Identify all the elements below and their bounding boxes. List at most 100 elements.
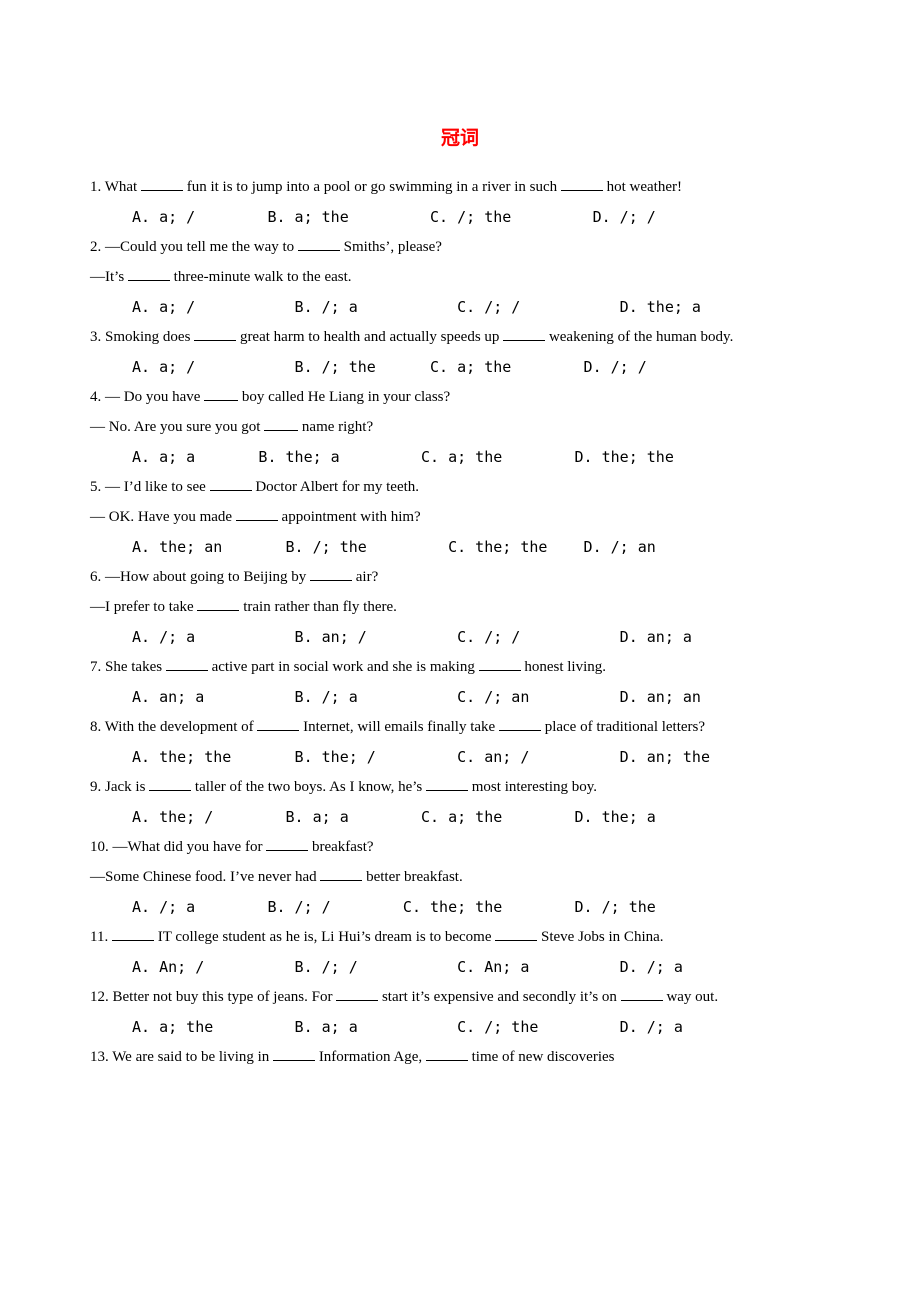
question-12: 12. Better not buy this type of jeans. F… bbox=[90, 982, 830, 1012]
q5-options: A. the; an B. /; the C. the; the D. /; a… bbox=[90, 532, 830, 562]
q1-text-b: fun it is to jump into a pool or go swim… bbox=[183, 179, 561, 195]
blank bbox=[495, 927, 537, 942]
q1-text-c: hot weather! bbox=[603, 179, 682, 195]
q7-b: active part in social work and she is ma… bbox=[208, 659, 479, 675]
q8-options: A. the; the B. the; / C. an; / D. an; th… bbox=[90, 742, 830, 772]
q4-l1-a: 4. — Do you have bbox=[90, 389, 204, 405]
question-7: 7. She takes active part in social work … bbox=[90, 652, 830, 682]
blank bbox=[426, 1047, 468, 1062]
q13-c: time of new discoveries bbox=[468, 1049, 615, 1065]
blank bbox=[197, 597, 239, 612]
q3-c: weakening of the human body. bbox=[545, 329, 733, 345]
question-10-line1: 10. —What did you have for breakfast? bbox=[90, 832, 830, 862]
q2-l1-b: Smiths’, please? bbox=[340, 239, 442, 255]
blank bbox=[298, 237, 340, 252]
q9-c: most interesting boy. bbox=[468, 779, 597, 795]
q2-l1-a: 2. —Could you tell me the way to bbox=[90, 239, 298, 255]
q4-l1-b: boy called He Liang in your class? bbox=[238, 389, 450, 405]
blank bbox=[204, 387, 238, 402]
blank bbox=[128, 267, 170, 282]
q7-c: honest living. bbox=[521, 659, 606, 675]
q8-a: 8. With the development of bbox=[90, 719, 257, 735]
question-4-line1: 4. — Do you have boy called He Liang in … bbox=[90, 382, 830, 412]
q2-l2-b: three-minute walk to the east. bbox=[170, 269, 352, 285]
q6-l1-b: air? bbox=[352, 569, 378, 585]
blank bbox=[257, 717, 299, 732]
blank bbox=[149, 777, 191, 792]
blank bbox=[273, 1047, 315, 1062]
blank bbox=[236, 507, 278, 522]
q13-a: 13. We are said to be living in bbox=[90, 1049, 273, 1065]
question-4-line2: — No. Are you sure you got name right? bbox=[90, 412, 830, 442]
blank bbox=[264, 417, 298, 432]
blank bbox=[561, 177, 603, 192]
question-5-line1: 5. — I’d like to see Doctor Albert for m… bbox=[90, 472, 830, 502]
blank bbox=[621, 987, 663, 1002]
q2-l2-a: —It’s bbox=[90, 269, 128, 285]
q5-l1-a: 5. — I’d like to see bbox=[90, 479, 210, 495]
q8-c: place of traditional letters? bbox=[541, 719, 705, 735]
q10-l1-b: breakfast? bbox=[308, 839, 373, 855]
q12-b: start it’s expensive and secondly it’s o… bbox=[378, 989, 620, 1005]
q5-l1-b: Doctor Albert for my teeth. bbox=[252, 479, 419, 495]
q1-options: A. a; / B. a; the C. /; the D. /; / bbox=[90, 202, 830, 232]
blank bbox=[320, 867, 362, 882]
q4-l2-a: — No. Are you sure you got bbox=[90, 419, 264, 435]
blank bbox=[141, 177, 183, 192]
q11-b: IT college student as he is, Li Hui’s dr… bbox=[154, 929, 495, 945]
blank bbox=[210, 477, 252, 492]
q6-l2-a: —I prefer to take bbox=[90, 599, 197, 615]
q12-a: 12. Better not buy this type of jeans. F… bbox=[90, 989, 336, 1005]
q3-b: great harm to health and actually speeds… bbox=[236, 329, 503, 345]
q4-options: A. a; a B. the; a C. a; the D. the; the bbox=[90, 442, 830, 472]
blank bbox=[266, 837, 308, 852]
blank bbox=[310, 567, 352, 582]
blank bbox=[499, 717, 541, 732]
question-2-line1: 2. —Could you tell me the way to Smiths’… bbox=[90, 232, 830, 262]
question-9: 9. Jack is taller of the two boys. As I … bbox=[90, 772, 830, 802]
question-6-line1: 6. —How about going to Beijing by air? bbox=[90, 562, 830, 592]
question-11: 11. IT college student as he is, Li Hui’… bbox=[90, 922, 830, 952]
question-13: 13. We are said to be living in Informat… bbox=[90, 1042, 830, 1072]
q11-a: 11. bbox=[90, 929, 112, 945]
q12-c: way out. bbox=[663, 989, 718, 1005]
q11-options: A. An; / B. /; / C. An; a D. /; a bbox=[90, 952, 830, 982]
blank bbox=[194, 327, 236, 342]
q11-c: Steve Jobs in China. bbox=[537, 929, 663, 945]
page-title: 冠词 bbox=[90, 120, 830, 158]
blank bbox=[336, 987, 378, 1002]
question-3: 3. Smoking does great harm to health and… bbox=[90, 322, 830, 352]
q12-options: A. a; the B. a; a C. /; the D. /; a bbox=[90, 1012, 830, 1042]
q9-options: A. the; / B. a; a C. a; the D. the; a bbox=[90, 802, 830, 832]
q7-options: A. an; a B. /; a C. /; an D. an; an bbox=[90, 682, 830, 712]
q6-l1-a: 6. —How about going to Beijing by bbox=[90, 569, 310, 585]
q3-a: 3. Smoking does bbox=[90, 329, 194, 345]
q4-l2-b: name right? bbox=[298, 419, 373, 435]
blank bbox=[426, 777, 468, 792]
q5-l2-a: — OK. Have you made bbox=[90, 509, 236, 525]
question-8: 8. With the development of Internet, wil… bbox=[90, 712, 830, 742]
blank bbox=[479, 657, 521, 672]
q13-b: Information Age, bbox=[315, 1049, 426, 1065]
q7-a: 7. She takes bbox=[90, 659, 166, 675]
q9-a: 9. Jack is bbox=[90, 779, 149, 795]
q1-text-a: 1. What bbox=[90, 179, 141, 195]
q3-options: A. a; / B. /; the C. a; the D. /; / bbox=[90, 352, 830, 382]
q10-l2-a: —Some Chinese food. I’ve never had bbox=[90, 869, 320, 885]
question-5-line2: — OK. Have you made appointment with him… bbox=[90, 502, 830, 532]
q10-l2-b: better breakfast. bbox=[362, 869, 462, 885]
q6-options: A. /; a B. an; / C. /; / D. an; a bbox=[90, 622, 830, 652]
q5-l2-b: appointment with him? bbox=[278, 509, 421, 525]
question-1: 1. What fun it is to jump into a pool or… bbox=[90, 172, 830, 202]
blank bbox=[503, 327, 545, 342]
question-2-line2: —It’s three-minute walk to the east. bbox=[90, 262, 830, 292]
blank bbox=[166, 657, 208, 672]
q10-l1-a: 10. —What did you have for bbox=[90, 839, 266, 855]
blank bbox=[112, 927, 154, 942]
q6-l2-b: train rather than fly there. bbox=[239, 599, 396, 615]
q2-options: A. a; / B. /; a C. /; / D. the; a bbox=[90, 292, 830, 322]
q9-b: taller of the two boys. As I know, he’s bbox=[191, 779, 426, 795]
q8-b: Internet, will emails finally take bbox=[299, 719, 499, 735]
question-10-line2: —Some Chinese food. I’ve never had bette… bbox=[90, 862, 830, 892]
question-6-line2: —I prefer to take train rather than fly … bbox=[90, 592, 830, 622]
